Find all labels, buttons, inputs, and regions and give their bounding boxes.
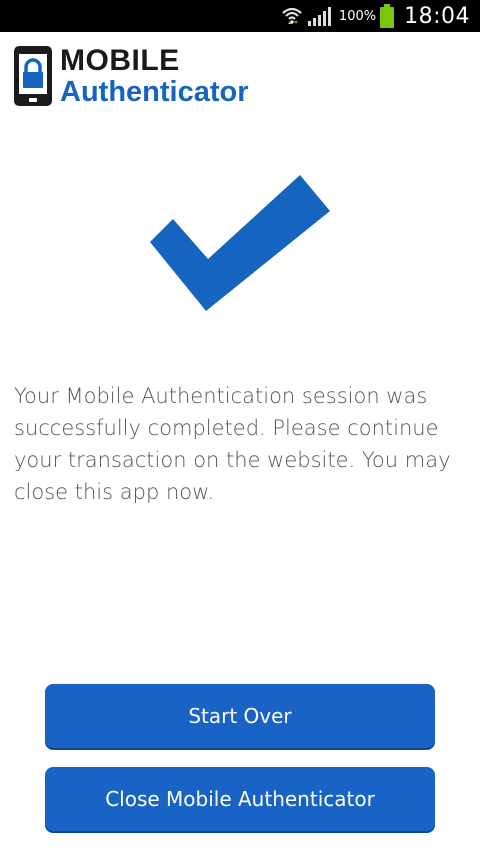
success-message: Your Mobile Authentication session was s… (14, 384, 451, 504)
battery-icon (380, 4, 395, 28)
app-logo: MOBILE Authenticator (12, 44, 249, 110)
logo-title-mobile: MOBILE (60, 44, 180, 77)
start-over-button[interactable]: Start Over (45, 684, 435, 748)
logo-text: MOBILE Authenticator (60, 44, 249, 107)
status-clock: 18:04 (404, 3, 470, 29)
battery-percent: 100% (338, 8, 377, 24)
logo-title-authenticator: Authenticator (60, 76, 249, 108)
wifi-icon (281, 5, 303, 27)
checkmark-icon (150, 175, 330, 315)
phone-lock-icon (12, 44, 54, 108)
status-indicators: 100% 18:04 (281, 0, 470, 32)
status-bar: 100% 18:04 (0, 0, 480, 32)
signal-icon (307, 5, 333, 27)
close-app-button[interactable]: Close Mobile Authenticator (45, 767, 435, 831)
